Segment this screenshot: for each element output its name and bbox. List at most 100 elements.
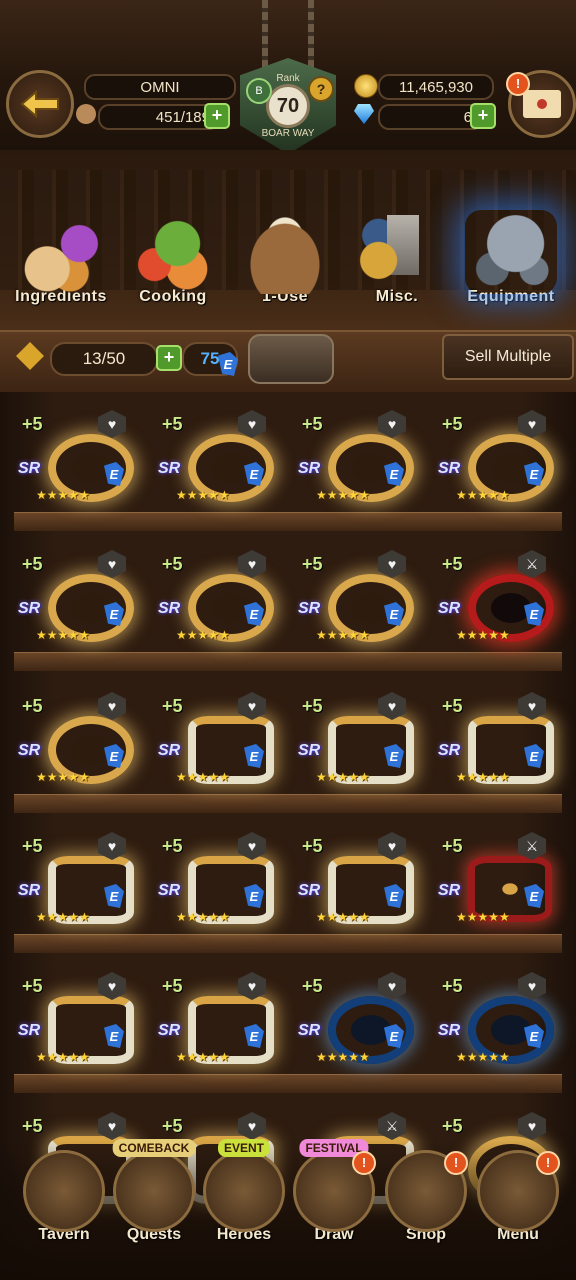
help-icon[interactable]: ? (308, 76, 334, 102)
star-rating: ★★★★★ (176, 1050, 230, 1064)
rank-badge[interactable]: Rank 70 BOAR WAY (240, 58, 336, 154)
back-button[interactable] (6, 70, 74, 138)
grade-label: SR (298, 882, 321, 899)
nav-alert-badge: ! (352, 1151, 376, 1175)
add-stamina-button[interactable]: + (204, 103, 230, 129)
equipment-slot[interactable]: +5 ⚔ SR E ★★★★★ (432, 824, 562, 934)
lock-heart-icon[interactable]: ♥ (518, 410, 546, 438)
lock-heart-icon[interactable]: ♥ (378, 550, 406, 578)
equipment-slot[interactable]: +5 ♥ SR E ★★★★★ (152, 964, 282, 1074)
equipment-slot[interactable]: +5 ♥ SR E ★★★★★ (292, 402, 422, 512)
category-misc[interactable]: Misc. (342, 210, 452, 306)
rank-value: 70 (266, 84, 310, 128)
lock-heart-icon[interactable]: ♥ (518, 1112, 546, 1140)
add-capacity-button[interactable]: + (156, 345, 182, 371)
sell-multiple-button[interactable]: Sell Multiple (442, 334, 574, 380)
nav-alert-badge: ! (444, 1151, 468, 1175)
grade-label: SR (18, 1022, 41, 1039)
lock-heart-icon[interactable]: ♥ (238, 410, 266, 438)
equipment-slot[interactable]: +5 ♥ SR E ★★★★★ (432, 964, 562, 1074)
nav-tavern[interactable]: Tavern (16, 1150, 112, 1270)
essence-value: 75 (200, 349, 220, 368)
upgrade-level: +5 (442, 1116, 463, 1136)
chain-decoration (308, 0, 314, 70)
shelf-board (14, 794, 562, 813)
star-rating: ★★★★★ (176, 770, 230, 784)
category-1-use[interactable]: 1-Use (230, 210, 340, 306)
nav-draw[interactable]: FESTIVAL! Draw (286, 1139, 382, 1270)
nav-promo-tag: EVENT (217, 1139, 271, 1157)
cooking-icon (127, 210, 219, 294)
equipment-slot[interactable]: +5 ♥ SR E ★★★★★ (432, 402, 562, 512)
equipment-slot[interactable]: +5 ♥ SR E ★★★★★ (292, 684, 422, 794)
inventory-capacity: 13/50 (50, 342, 158, 376)
star-rating: ★★★★★ (36, 488, 90, 502)
tavern-icon (23, 1150, 105, 1232)
star-rating: ★★★★★ (456, 628, 510, 642)
category-ingredients[interactable]: Ingredients (6, 210, 116, 306)
chain-decoration (262, 0, 268, 70)
equipment-slot[interactable]: +5 ♥ SR E ★★★★★ (432, 684, 562, 794)
star-rating: ★★★★★ (36, 910, 90, 924)
lock-heart-icon[interactable]: ♥ (98, 410, 126, 438)
upgrade-level: +5 (162, 1116, 183, 1136)
equipment-slot[interactable]: +5 ♥ SR E ★★★★★ (292, 964, 422, 1074)
upgrade-level: +5 (22, 976, 43, 996)
nav-alert-badge: ! (536, 1151, 560, 1175)
back-arrow-icon (20, 90, 59, 118)
grade-label: SR (158, 742, 181, 759)
upgrade-level: +5 (22, 696, 43, 716)
nav-heroes[interactable]: EVENT Heroes (196, 1139, 292, 1270)
upgrade-level: +5 (302, 554, 323, 574)
lock-heart-icon[interactable]: ♥ (378, 410, 406, 438)
equipment-slot[interactable]: +5 ⚔ SR E ★★★★★ (432, 542, 562, 652)
equipment-slot[interactable]: +5 ♥ SR E ★★★★★ (292, 542, 422, 652)
lock-heart-icon[interactable]: ♥ (518, 972, 546, 1000)
equipment-slot[interactable]: +5 ♥ SR E ★★★★★ (12, 402, 142, 512)
top-bar: OMNI 451/189 + Rank 70 BOAR WAY B ? 11,4… (0, 0, 576, 154)
nav-menu[interactable]: ! Menu (470, 1150, 566, 1270)
equipment-slot[interactable]: +5 ♥ SR E ★★★★★ (12, 684, 142, 794)
trophy-icon (351, 210, 443, 294)
scroll-icon: COMEBACK (112, 1139, 196, 1232)
equipment-slot[interactable]: +5 ♥ SR E ★★★★★ (12, 964, 142, 1074)
category-cooking[interactable]: Cooking (118, 210, 228, 306)
lock-heart-icon[interactable]: ♥ (98, 550, 126, 578)
lock-heart-icon[interactable]: ♥ (98, 692, 126, 720)
nav-shop[interactable]: ! Shop (378, 1150, 474, 1270)
add-gems-button[interactable]: + (470, 103, 496, 129)
grade-label: SR (438, 882, 461, 899)
star-rating: ★★★★★ (316, 910, 370, 924)
star-rating: ★★★★★ (176, 628, 230, 642)
star-rating: ★★★★★ (316, 488, 370, 502)
lock-heart-icon[interactable]: ♥ (378, 972, 406, 1000)
shelf-board (14, 934, 562, 953)
gem-icon (354, 104, 374, 124)
upgrade-level: +5 (162, 554, 183, 574)
shelf-board (14, 1074, 562, 1093)
equipment-slot[interactable]: +5 ♥ SR E ★★★★★ (152, 824, 282, 934)
crystal-icon: FESTIVAL! (293, 1139, 376, 1232)
upgrade-level: +5 (302, 414, 323, 434)
grade-label: SR (158, 1022, 181, 1039)
equipment-slot[interactable]: +5 ♥ SR E ★★★★★ (12, 542, 142, 652)
equipment-slot[interactable]: +5 ♥ SR E ★★★★★ (152, 542, 282, 652)
equipment-slot[interactable]: +5 ♥ SR E ★★★★★ (152, 402, 282, 512)
nav-quests[interactable]: COMEBACK Quests (106, 1139, 202, 1270)
bag-icon (239, 210, 331, 294)
rank-label: Rank (276, 73, 300, 84)
star-rating: ★★★★★ (36, 770, 90, 784)
star-rating: ★★★★★ (456, 770, 510, 784)
grade-label: SR (438, 460, 461, 477)
ingredients-icon (15, 210, 107, 294)
upgrade-level: +5 (162, 976, 183, 996)
equipment-slot[interactable]: +5 ♥ SR E ★★★★★ (12, 824, 142, 934)
gear-icon: ! (477, 1150, 560, 1232)
grade-label: SR (18, 882, 41, 899)
equipment-slot[interactable]: +5 ♥ SR E ★★★★★ (292, 824, 422, 934)
equipment-slot[interactable]: +5 ♥ SR E ★★★★★ (152, 684, 282, 794)
lock-heart-icon[interactable]: ⚔ (518, 550, 546, 578)
upgrade-level: +5 (442, 414, 463, 434)
lock-heart-icon[interactable]: ♥ (238, 550, 266, 578)
category-equipment[interactable]: Equipment (456, 210, 566, 306)
